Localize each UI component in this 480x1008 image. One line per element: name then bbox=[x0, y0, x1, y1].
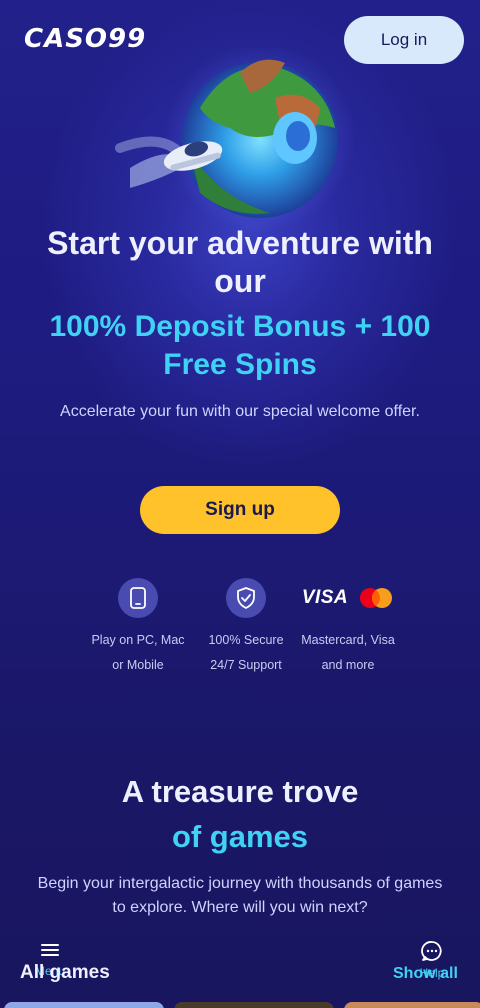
games-section-title: A treasure trove bbox=[121, 774, 359, 809]
chat-help-icon bbox=[421, 941, 442, 961]
game-thumbnail[interactable] bbox=[4, 1002, 164, 1008]
bonus-headline: 100% Deposit Bonus + 100 Free Spins bbox=[49, 310, 431, 381]
game-thumbnail[interactable] bbox=[174, 1002, 334, 1008]
mastercard-icon bbox=[360, 588, 393, 608]
games-section-title-accent: of games bbox=[171, 819, 309, 854]
hero-title: Start your adventure with our bbox=[47, 225, 433, 299]
feature-payments: VISA Mastercard, Visa and more bbox=[288, 578, 408, 678]
shield-check-icon bbox=[226, 578, 266, 618]
show-all-link[interactable]: Show all bbox=[393, 965, 458, 983]
hero-subtitle: Accelerate your fun with our special wel… bbox=[60, 403, 420, 420]
feature-payments-text: Mastercard, Visa and more bbox=[301, 633, 395, 672]
game-thumbnail[interactable] bbox=[344, 1002, 480, 1008]
hamburger-icon bbox=[41, 944, 59, 956]
mobile-icon bbox=[118, 578, 158, 618]
feature-platforms: Play on PC, Mac or Mobile bbox=[78, 578, 198, 678]
signup-button[interactable]: Sign up bbox=[140, 486, 340, 534]
planet-spaceship-illustration bbox=[115, 48, 355, 233]
payment-logos: VISA bbox=[288, 578, 408, 618]
feature-platforms-text: Play on PC, Mac or Mobile bbox=[91, 633, 185, 672]
all-games-heading: All games bbox=[20, 962, 110, 983]
games-section-subtitle: Begin your intergalactic journey with th… bbox=[37, 875, 443, 916]
visa-logo: VISA bbox=[301, 587, 349, 608]
